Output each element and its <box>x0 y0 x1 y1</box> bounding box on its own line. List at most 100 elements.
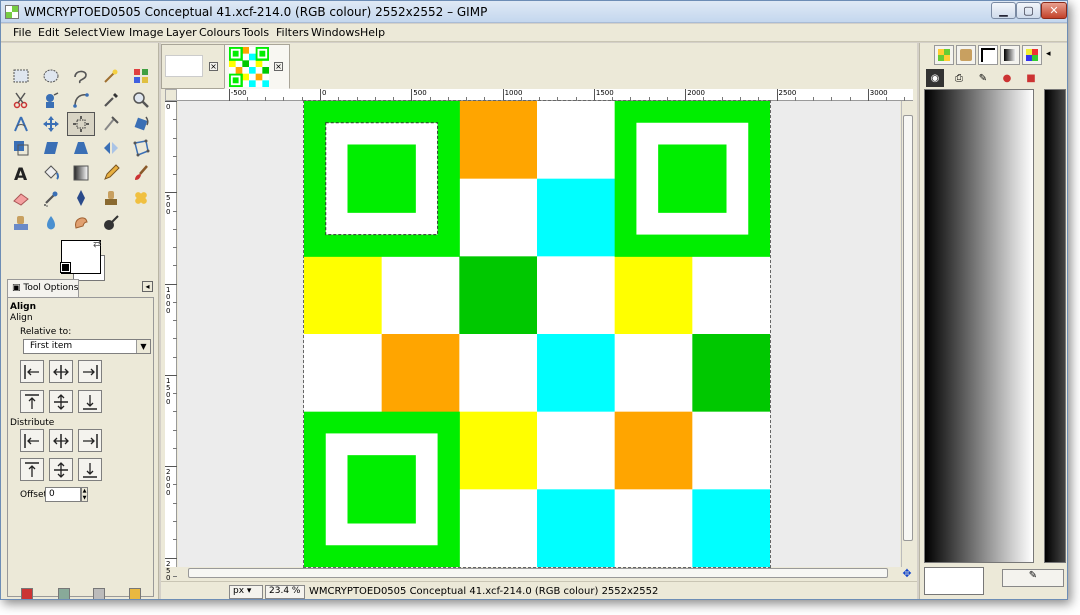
clone-tool[interactable] <box>99 187 123 209</box>
shear-tool[interactable] <box>39 137 63 159</box>
close-button[interactable]: ✕ <box>1041 2 1067 19</box>
offset-input[interactable]: 0 <box>45 487 81 502</box>
blend-tool[interactable] <box>69 162 93 184</box>
measure-tool[interactable] <box>9 113 33 135</box>
heal-tool[interactable] <box>129 187 153 209</box>
rotate-tool[interactable] <box>129 113 153 135</box>
distribute-top-button[interactable] <box>20 458 44 481</box>
menu-edit[interactable]: Edit <box>38 26 59 39</box>
paths-tool[interactable] <box>69 89 93 111</box>
menu-colours[interactable]: Colours <box>199 26 240 39</box>
pencil-tool[interactable] <box>99 162 123 184</box>
vertical-scrollbar[interactable] <box>901 101 913 567</box>
menu-windows[interactable]: Windows <box>311 26 360 39</box>
unit-select[interactable]: px ▾ <box>229 585 263 599</box>
secondary-gradient-preview[interactable] <box>1044 89 1066 563</box>
align-bottom-button[interactable] <box>78 390 102 413</box>
perspective-clone-tool[interactable] <box>9 212 33 234</box>
reset-options-icon[interactable] <box>129 588 141 599</box>
swap-colors-icon[interactable]: ⇄ <box>93 239 101 250</box>
menu-filters[interactable]: Filters <box>276 26 309 39</box>
scale-tool[interactable] <box>9 137 33 159</box>
printer-icon[interactable]: ⎙ <box>950 69 968 87</box>
paintbrush-tool[interactable] <box>129 162 153 184</box>
zoom-select[interactable]: 23.4 % <box>265 585 305 599</box>
menu-select[interactable]: Select <box>64 26 98 39</box>
menu-help[interactable]: Help <box>360 26 385 39</box>
align-middle-button[interactable] <box>49 390 73 413</box>
gradient-preview[interactable] <box>924 89 1034 563</box>
vertical-scroll-thumb[interactable] <box>903 115 913 541</box>
airbrush-tool[interactable] <box>39 187 63 209</box>
color-picker-tool[interactable] <box>99 89 123 111</box>
perspective-tool[interactable] <box>69 137 93 159</box>
distribute-left-button[interactable] <box>20 429 44 452</box>
menu-file[interactable]: File <box>13 26 31 39</box>
align-left-button[interactable] <box>20 360 44 383</box>
edit-button[interactable]: ✎ <box>1002 569 1064 587</box>
ink-tool[interactable] <box>69 187 93 209</box>
swatch-icon[interactable]: ■ <box>1022 69 1040 87</box>
menu-image[interactable]: Image <box>129 26 163 39</box>
distribute-middle-button[interactable] <box>49 458 73 481</box>
bucket-fill-tool[interactable] <box>39 162 63 184</box>
text-tool[interactable]: A <box>9 162 33 184</box>
brushes-tab[interactable] <box>956 45 976 65</box>
distribute-bottom-button[interactable] <box>78 458 102 481</box>
flip-tool[interactable] <box>99 137 123 159</box>
distribute-center-button[interactable] <box>49 429 73 452</box>
tool-options-tab[interactable]: ▣ Tool Options <box>7 279 79 297</box>
dock-menu-icon[interactable]: ◂ <box>1046 45 1060 65</box>
gradients-tab[interactable] <box>1000 45 1020 65</box>
align-right-button[interactable] <box>78 360 102 383</box>
relative-to-select[interactable]: First item ▼ <box>23 339 151 354</box>
horizontal-ruler[interactable]: -500 0 500 1000 1500 2000 2500 3000 <box>177 89 942 101</box>
foreground-select-tool[interactable] <box>39 89 63 111</box>
horizontal-scrollbar[interactable] <box>178 568 900 579</box>
image-tab-2[interactable]: × <box>224 44 290 89</box>
align-center-button[interactable] <box>49 360 73 383</box>
fonts-tab[interactable] <box>978 45 998 65</box>
ruler-corner[interactable] <box>165 89 177 101</box>
minimize-button[interactable]: ▁ <box>991 2 1016 19</box>
save-options-icon[interactable] <box>21 588 33 599</box>
default-colors-icon[interactable] <box>60 262 71 273</box>
smudge-tool[interactable] <box>69 212 93 234</box>
patterns-tab[interactable] <box>934 45 954 65</box>
blur-sharpen-tool[interactable] <box>39 212 63 234</box>
vertical-ruler[interactable]: 05001000150020002500 <box>165 101 177 596</box>
close-tab-icon[interactable]: × <box>209 62 218 71</box>
align-top-button[interactable] <box>20 390 44 413</box>
delete-options-icon[interactable] <box>93 588 105 599</box>
horizontal-scroll-thumb[interactable] <box>188 568 888 578</box>
zoom-tool[interactable] <box>129 89 153 111</box>
navigate-icon[interactable]: ✥ <box>901 568 913 580</box>
fuzzy-select-tool[interactable] <box>99 65 123 87</box>
brush-preview[interactable] <box>924 567 984 595</box>
gradient-view-icon[interactable]: ◉ <box>926 69 944 87</box>
maximize-button[interactable]: ▢ <box>1016 2 1041 19</box>
menu-view[interactable]: View <box>99 26 125 39</box>
select-by-color-tool[interactable] <box>129 65 153 87</box>
rect-select-tool[interactable] <box>9 65 33 87</box>
move-tool[interactable] <box>39 113 63 135</box>
menu-tools[interactable]: Tools <box>242 26 269 39</box>
palettes-tab[interactable] <box>1022 45 1042 65</box>
color-wheel-icon[interactable]: ● <box>998 69 1016 87</box>
restore-options-icon[interactable] <box>58 588 70 599</box>
cage-transform-tool[interactable] <box>129 137 153 159</box>
dodge-burn-tool[interactable] <box>99 212 123 234</box>
align-tool[interactable] <box>67 112 95 136</box>
title-bar[interactable]: WMCRYPTOED0505 Conceptual 41.xcf-214.0 (… <box>1 1 1067 23</box>
eraser-tool[interactable] <box>9 187 33 209</box>
image-canvas[interactable] <box>303 100 771 568</box>
canvas-area[interactable] <box>178 100 900 568</box>
free-select-tool[interactable] <box>69 65 93 87</box>
menu-layer[interactable]: Layer <box>166 26 197 39</box>
close-tab-icon[interactable]: × <box>274 62 283 71</box>
tab-menu-icon[interactable]: ◂ <box>142 281 153 292</box>
paintbrush-icon[interactable]: ✎ <box>974 69 992 87</box>
ellipse-select-tool[interactable] <box>39 65 63 87</box>
crop-tool[interactable] <box>99 113 123 135</box>
offset-spinner[interactable]: ▲ ▼ <box>81 487 88 502</box>
